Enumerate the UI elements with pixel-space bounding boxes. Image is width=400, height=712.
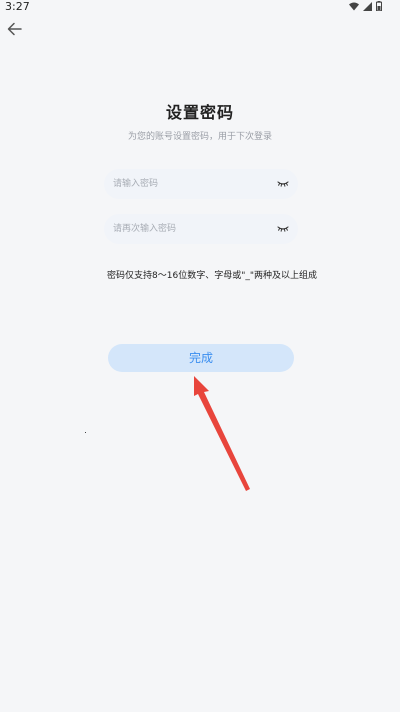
password-field[interactable] <box>104 169 298 199</box>
password-input[interactable] <box>113 169 273 199</box>
stray-dot <box>85 432 86 433</box>
status-bar: 3:27 <box>0 0 400 14</box>
page-subtitle: 为您的账号设置密码，用于下次登录 <box>127 132 272 142</box>
eye-closed-icon[interactable] <box>277 179 289 189</box>
eye-closed-icon[interactable] <box>277 224 289 234</box>
arrow-left-icon <box>7 22 22 36</box>
signal-icon <box>363 1 372 11</box>
annotation-arrow-shape <box>194 376 250 491</box>
status-icons <box>349 1 382 11</box>
confirm-password-field[interactable] <box>104 214 298 244</box>
password-hint: 密码仅支持8～16位数字、字母或"_"两种及以上组成 <box>107 271 317 281</box>
done-button[interactable]: 完成 <box>108 344 294 372</box>
back-button[interactable] <box>4 18 26 40</box>
confirm-password-input[interactable] <box>113 214 273 244</box>
status-time: 3:27 <box>5 0 30 13</box>
page-title: 设置密码 <box>165 103 234 122</box>
battery-icon <box>376 1 382 11</box>
wifi-icon <box>349 2 359 10</box>
